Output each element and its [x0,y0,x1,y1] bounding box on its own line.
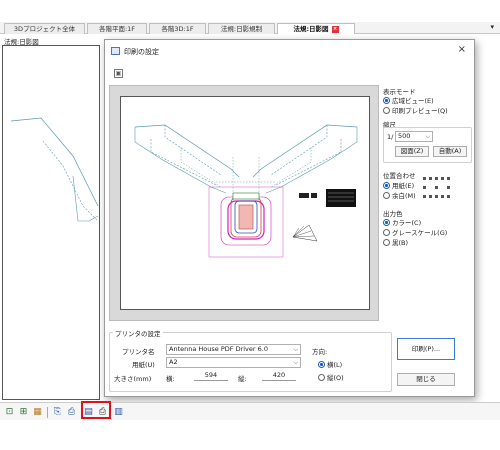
dialog-titlebar: 印刷の設定 × [105,40,474,62]
shadow-diagram-preview [134,124,358,258]
radio-label: 横(L) [327,361,343,369]
radio-icon [383,239,390,246]
radio-icon [383,182,390,189]
size-label: 大きさ(mm) [114,375,152,383]
radio-align-margin[interactable]: 余白(M) [383,190,416,200]
radio-icon [318,374,325,381]
radio-icon [383,192,390,199]
alignment-grid[interactable] [423,177,453,201]
grid-icon[interactable]: ⊡ [4,407,15,418]
dialog-app-icon [111,47,120,55]
alignment-label: 位置合わせ [383,172,416,180]
tab-label: 法規:日影図 [293,25,329,33]
tabbar-dropdown-icon[interactable]: ▾ [490,23,494,31]
printer-name-label: プリンタ名 [122,348,155,356]
close-button[interactable]: 閉じる [397,373,455,386]
tab-3d-project[interactable]: 3Dプロジェクト全体 [4,23,85,34]
print-preview-icon[interactable]: ⎙ [66,407,77,418]
radio-label: カラー(C) [392,219,422,227]
paper-label: 用紙(U) [132,361,155,369]
layer-icon[interactable]: ⊞ [18,407,29,418]
radio-black[interactable]: 黒(B) [383,237,408,247]
drawing-fragment [10,117,99,222]
building-icon[interactable]: ▦ [32,407,43,418]
print-preview[interactable] [109,85,379,321]
auto-scale-button[interactable]: 自動(A) [433,146,467,157]
radio-label: 用紙(E) [392,182,415,190]
preview-paper [120,96,370,310]
scale-prefix: 1/ [387,133,394,141]
radio-grayscale[interactable]: グレースケール(G) [383,227,447,237]
page-setup-icon[interactable]: ⎘ [52,407,63,418]
radio-label: 黒(B) [392,239,409,247]
chevron-down-icon: ⌵ [293,346,298,353]
tab-bar: 3Dプロジェクト全体 各階平面:1F 各階3D:1F 法規:日影規制 法規:日影… [0,22,500,34]
drawing-canvas[interactable] [2,45,100,400]
paper-width-value: 594 [194,371,228,381]
radio-icon [383,219,390,226]
printer-settings-group: プリンタ名 Antenna House PDF Driver 6.0 ⌵ 用紙(U… [109,332,392,392]
tab-floor-plan[interactable]: 各階平面:1F [87,23,147,34]
export-icon[interactable]: ▥ [113,407,124,418]
radio-label: 縦(O) [327,374,344,382]
tab-close-icon[interactable]: × [331,25,339,33]
print-settings-dialog: 印刷の設定 × ▣ 表示モード 広域ビュー(E) 印刷プレビュー(Q) 縮尺 1… [104,39,475,397]
scale-value: 500 [398,132,411,140]
fit-drawing-button[interactable]: 図面(Z) [395,146,429,157]
radio-print-preview[interactable]: 印刷プレビュー(Q) [383,105,448,115]
paper-select[interactable]: A2 ⌵ [166,357,301,368]
orientation-label: 方向: [312,348,328,356]
radio-portrait[interactable]: 縦(O) [318,372,344,382]
printer-name-select[interactable]: Antenna House PDF Driver 6.0 ⌵ [166,344,301,355]
radio-icon [383,107,390,114]
print-button[interactable]: 印刷(P)... [397,338,455,360]
paper-value: A2 [169,358,178,366]
tab-shadow-diagram[interactable]: 法規:日影図 × [277,23,355,34]
paper-height-value: 420 [262,371,296,381]
highlight-box [81,401,111,419]
close-icon[interactable]: × [458,44,466,55]
chevron-down-icon: ⌵ [425,133,430,140]
tab-floor-3d[interactable]: 各階3D:1F [149,23,206,34]
radio-label: 広域ビュー(E) [392,97,434,105]
radio-icon [318,361,325,368]
printer-section-label: プリンタの設定 [113,328,163,338]
radio-label: 余白(M) [392,192,416,200]
radio-icon [383,97,390,104]
fit-view-icon[interactable]: ▣ [114,69,123,78]
radio-label: グレースケール(G) [392,229,448,237]
dialog-title: 印刷の設定 [124,48,159,56]
scale-select[interactable]: 500 ⌵ [395,131,433,142]
radio-color[interactable]: カラー(C) [383,217,421,227]
tab-regulation[interactable]: 法規:日影規制 [208,23,275,34]
width-label: 横: [166,375,175,383]
radio-label: 印刷プレビュー(Q) [392,107,448,115]
radio-wide-view[interactable]: 広域ビュー(E) [383,95,434,105]
radio-align-paper[interactable]: 用紙(E) [383,180,414,190]
radio-icon [383,229,390,236]
bottom-toolbar: ⊡ ⊞ ▦ ⎘ ⎙ ▤ ⎙ ▥ [0,402,500,420]
chevron-down-icon: ⌵ [293,359,298,366]
toolbar-separator [47,407,48,418]
printer-name-value: Antenna House PDF Driver 6.0 [169,345,268,353]
height-label: 縦: [238,375,247,383]
radio-landscape[interactable]: 横(L) [318,359,342,369]
